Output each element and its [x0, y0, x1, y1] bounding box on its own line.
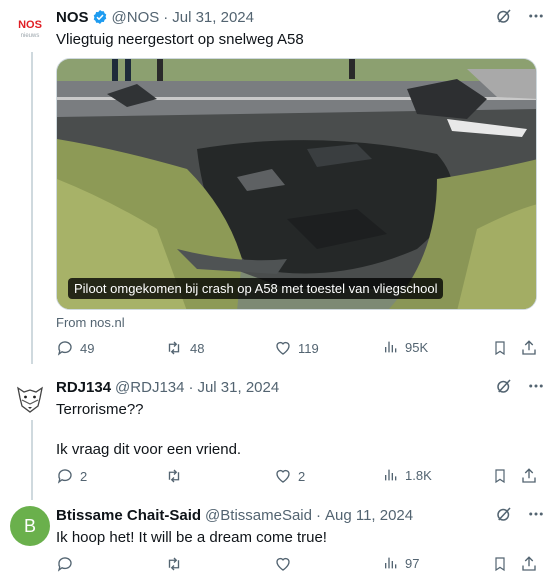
views-button[interactable]: 97	[383, 555, 419, 571]
bookmark-icon	[495, 557, 505, 572]
nos-logo-text: NOS	[18, 19, 42, 31]
reply-button[interactable]: 49	[56, 339, 94, 357]
tweet-header: NOS @NOS · Jul 31, 2024	[56, 6, 545, 28]
bookmark-icon	[495, 469, 505, 484]
views-count: 1.8K	[405, 467, 432, 483]
tweet-text: Vliegtuig neergestort op snelweg A58	[56, 31, 304, 48]
share-button[interactable]	[520, 555, 538, 573]
tweet-actions: 2 2 1.8K	[56, 467, 538, 487]
repost-icon	[168, 341, 180, 355]
like-icon	[276, 341, 290, 355]
tweet-text: Terrorisme?? Ik vraag dit voor een vrien…	[56, 401, 242, 458]
grok-icon[interactable]	[495, 377, 513, 395]
card-caption[interactable]: Piloot omgekomen bij crash op A58 met to…	[68, 278, 444, 299]
views-count: 95K	[405, 339, 429, 355]
avatar-nos[interactable]: NOS nieuws	[10, 8, 50, 48]
crash-photo	[57, 59, 536, 309]
tweet-date[interactable]: Jul 31, 2024	[197, 379, 279, 396]
repost-icon	[168, 469, 180, 483]
tweet-date[interactable]: Jul 31, 2024	[172, 9, 254, 26]
views-button[interactable]: 1.8K	[383, 467, 432, 483]
bookmark-icon	[495, 341, 505, 356]
tweet-text: Ik hoop het! It will be a dream come tru…	[56, 529, 327, 546]
tweet-actions: 49 48 119 95K	[56, 339, 538, 359]
share-icon	[522, 468, 536, 483]
tweet-nos[interactable]: NOS nieuws NOS @NOS · Jul 31, 2024 Vlieg…	[0, 6, 555, 364]
views-icon	[385, 469, 397, 481]
verified-badge-icon	[93, 10, 106, 24]
reply-icon	[57, 557, 72, 572]
more-icon[interactable]	[527, 377, 545, 395]
bookmark-button[interactable]	[492, 467, 508, 485]
author-name[interactable]: Btissame Chait-Said	[56, 507, 201, 524]
reply-icon	[57, 341, 72, 356]
views-count: 97	[405, 555, 420, 571]
repost-count: 48	[190, 340, 205, 356]
repost-button[interactable]	[164, 467, 190, 485]
tweet-header: Btissame Chait-Said @BtissameSaid · Aug …	[56, 504, 545, 526]
tweet-rdj134[interactable]: RDJ134 @RDJ134 · Jul 31, 2024 Terrorisme…	[0, 376, 555, 494]
avatar-btissame[interactable]: B	[10, 506, 50, 546]
more-icon[interactable]	[527, 505, 545, 523]
like-count: 2	[298, 468, 306, 484]
repost-button[interactable]: 48	[164, 339, 204, 357]
like-icon	[276, 557, 290, 571]
avatar-rdj134[interactable]	[10, 378, 50, 418]
bookmark-button[interactable]	[492, 555, 508, 573]
author-name[interactable]: NOS	[56, 9, 89, 26]
share-button[interactable]	[520, 467, 538, 485]
author-handle[interactable]: @NOS	[112, 9, 160, 26]
avatar-letter: B	[23, 515, 36, 536]
author-handle[interactable]: @RDJ134	[115, 379, 184, 396]
tweet-date[interactable]: Aug 11, 2024	[325, 507, 413, 524]
like-icon	[276, 469, 290, 483]
reply-icon	[57, 469, 72, 484]
grok-icon[interactable]	[495, 7, 513, 25]
more-icon[interactable]	[527, 7, 545, 25]
share-icon	[522, 556, 536, 571]
repost-icon	[168, 557, 180, 571]
author-name[interactable]: RDJ134	[56, 379, 111, 396]
author-handle[interactable]: @BtissameSaid	[205, 507, 312, 524]
bookmark-button[interactable]	[492, 339, 508, 357]
views-icon	[385, 557, 397, 569]
reply-button[interactable]	[56, 555, 80, 573]
nos-logo-sub: nieuws	[21, 33, 40, 39]
repost-button[interactable]	[164, 555, 190, 573]
tweet-actions: 97	[56, 555, 538, 575]
card-source[interactable]: From nos.nl	[56, 315, 545, 330]
reply-count: 2	[80, 468, 88, 484]
views-icon	[385, 341, 397, 353]
like-button[interactable]: 119	[274, 339, 319, 357]
tweet-btissame[interactable]: B Btissame Chait-Said @BtissameSaid · Au…	[0, 504, 555, 584]
like-button[interactable]	[274, 555, 298, 573]
link-card[interactable]: Piloot omgekomen bij crash op A58 met to…	[56, 58, 537, 310]
like-button[interactable]: 2	[274, 467, 305, 485]
grok-icon[interactable]	[495, 505, 513, 523]
share-icon	[522, 340, 536, 355]
views-button[interactable]: 95K	[383, 339, 428, 355]
share-button[interactable]	[520, 339, 538, 357]
tweet-header: RDJ134 @RDJ134 · Jul 31, 2024	[56, 376, 545, 398]
reply-button[interactable]: 2	[56, 467, 87, 485]
like-count: 119	[298, 340, 319, 356]
reply-count: 49	[80, 340, 95, 356]
